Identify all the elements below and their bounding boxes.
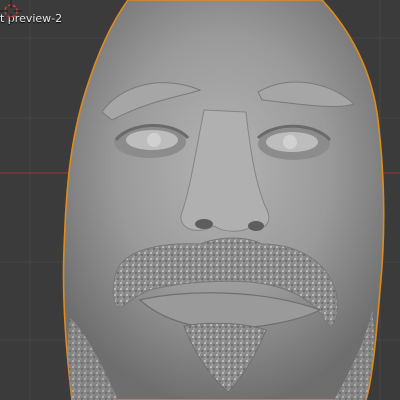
right-eye	[256, 124, 332, 160]
3d-viewport[interactable]: t preview-2	[0, 0, 400, 400]
3d-cursor-icon[interactable]	[0, 0, 22, 22]
viewport-canvas	[0, 0, 400, 400]
